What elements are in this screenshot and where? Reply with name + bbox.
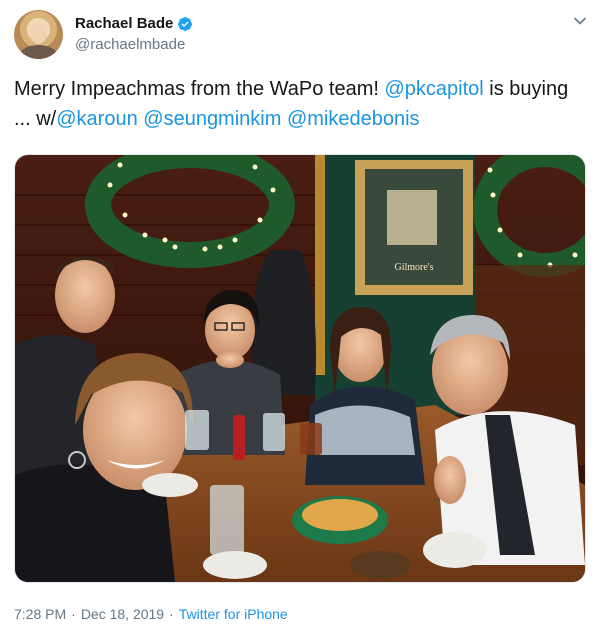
restaurant-photo: Gilmore's	[15, 155, 585, 582]
mention-mikedebonis[interactable]: @mikedebonis	[287, 108, 420, 130]
avatar[interactable]	[14, 10, 63, 59]
tweet-meta: 7:28 PM · Dec 18, 2019 · Twitter for iPhone	[14, 606, 288, 622]
verified-badge-icon	[178, 16, 193, 31]
tweet-text: Merry Impeachmas from the WaPo team! @pk…	[14, 74, 589, 134]
meta-separator: ·	[71, 606, 76, 622]
author-name-row: Rachael Bade	[75, 15, 193, 32]
mention-pkcapitol[interactable]: @pkcapitol	[384, 78, 483, 100]
tweet-source-link[interactable]: Twitter for iPhone	[179, 606, 288, 622]
chevron-down-icon[interactable]	[573, 14, 587, 28]
picture-figure	[387, 190, 437, 245]
avatar-face	[30, 22, 47, 44]
meta-separator: ·	[169, 606, 174, 622]
mention-karoun[interactable]: @karoun	[56, 108, 137, 130]
author-handle[interactable]: @rachaelmbade	[75, 36, 185, 53]
tweet-date[interactable]: Dec 18, 2019	[81, 606, 164, 622]
picture-sign-text: Gilmore's	[394, 262, 433, 273]
brass-pole	[315, 155, 325, 375]
author-display-name[interactable]: Rachael Bade	[75, 15, 173, 32]
tweet-text-lead: Merry Impeachmas from the WaPo team!	[14, 78, 385, 100]
mention-seungminkim[interactable]: @seungminkim	[143, 108, 281, 130]
tweet-photo[interactable]: Gilmore's	[14, 154, 586, 583]
avatar-shoulders	[20, 45, 57, 59]
tweet-time[interactable]: 7:28 PM	[14, 606, 66, 622]
tweet: Rachael Bade @rachaelmbade Merry Impeach…	[0, 0, 609, 643]
